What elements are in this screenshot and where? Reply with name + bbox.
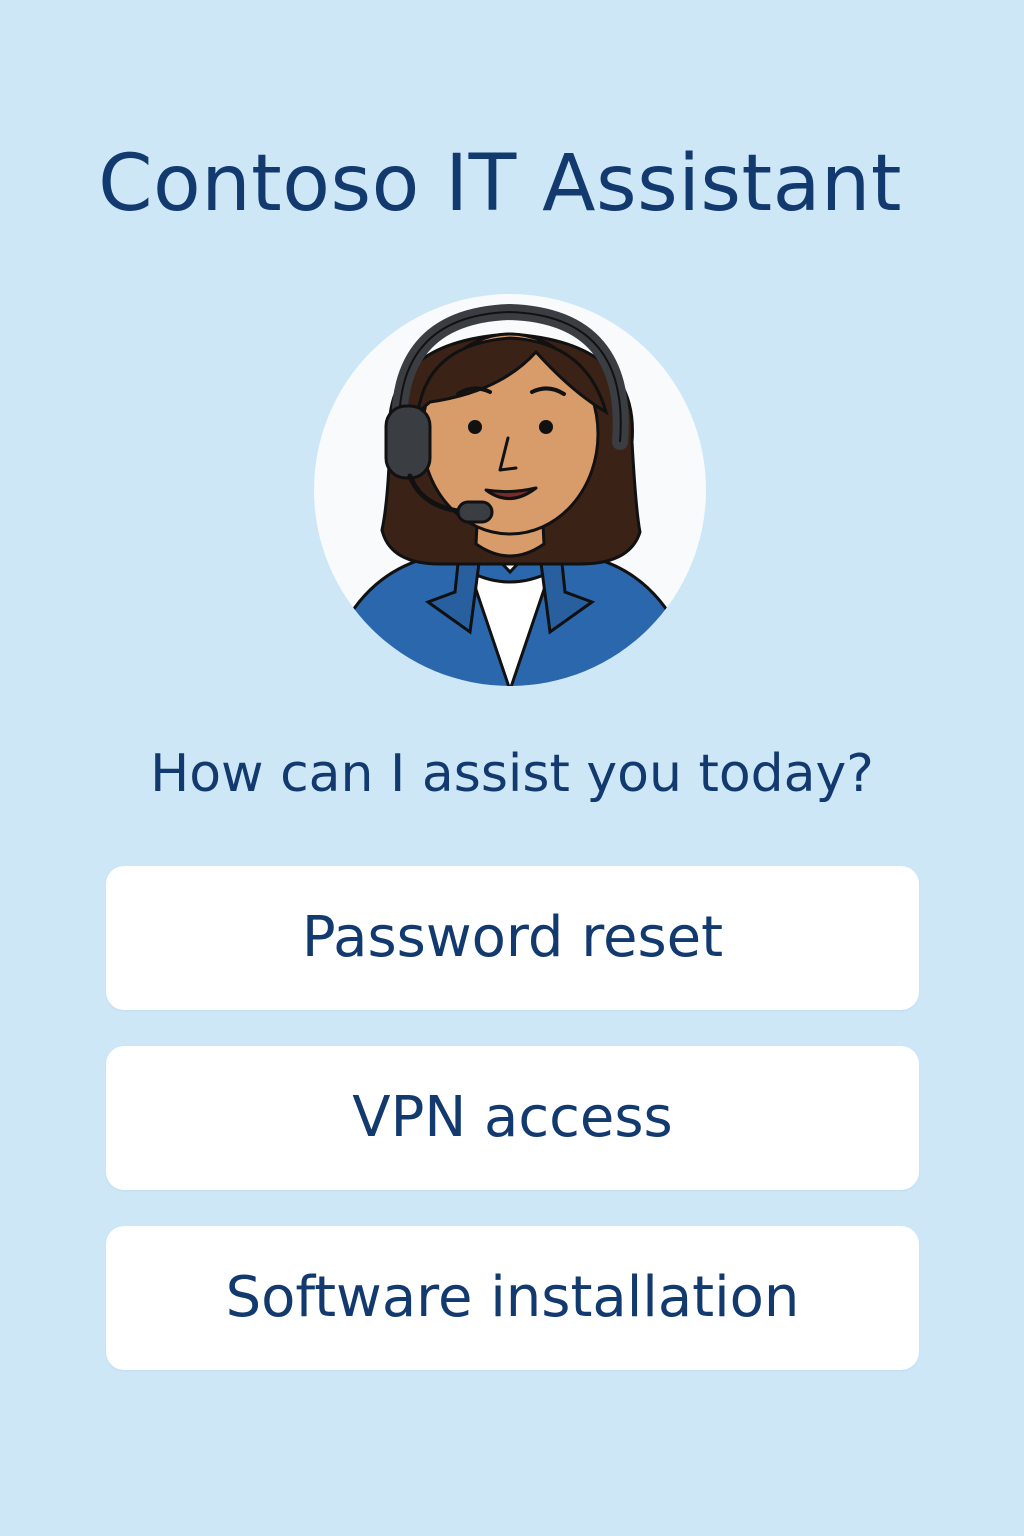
it-assistant-screen: Contoso IT Assistant How can I assist yo… — [0, 0, 1024, 1536]
support-agent-icon — [314, 294, 706, 686]
option-software-installation-button[interactable]: Software installation — [106, 1226, 919, 1370]
option-password-reset-button[interactable]: Password reset — [106, 866, 919, 1010]
option-label: Password reset — [301, 905, 724, 970]
assist-prompt: How can I assist you today? — [150, 744, 874, 804]
options-list: Password reset VPN access Software insta… — [106, 866, 919, 1406]
headset-earcup — [384, 404, 432, 480]
option-label: Software installation — [225, 1265, 800, 1330]
headset-mic — [456, 500, 494, 524]
option-vpn-access-button[interactable]: VPN access — [106, 1046, 919, 1190]
right-eye — [539, 420, 553, 434]
app-title: Contoso IT Assistant — [98, 139, 902, 229]
left-eye — [468, 420, 482, 434]
assistant-avatar — [310, 272, 710, 690]
option-label: VPN access — [352, 1085, 673, 1150]
